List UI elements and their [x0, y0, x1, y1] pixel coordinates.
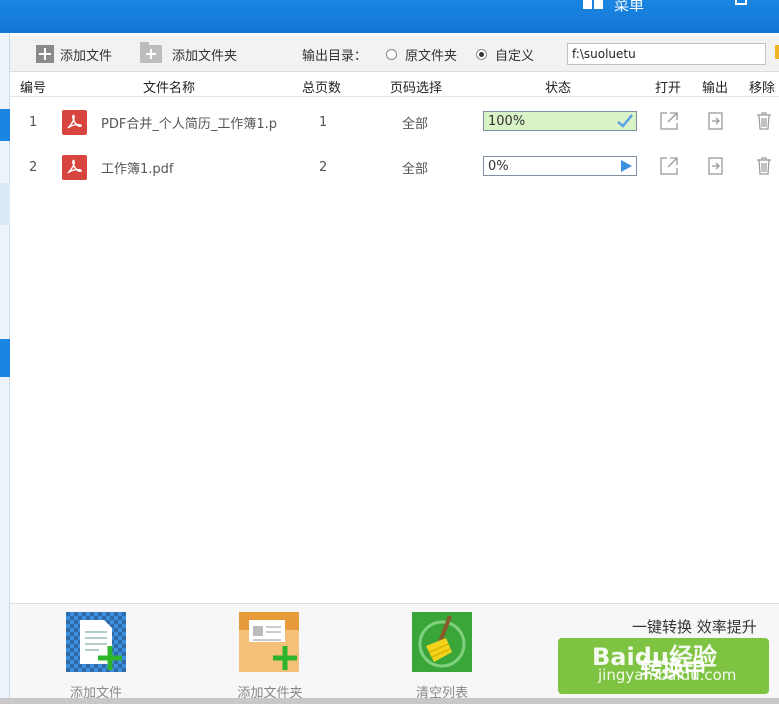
add-file-big-icon — [66, 612, 126, 672]
output-path-input[interactable] — [567, 43, 766, 65]
header-open: 打开 — [655, 81, 682, 96]
open-file-icon[interactable] — [659, 111, 679, 131]
radio-original-label: 原文件夹 — [405, 48, 458, 64]
add-folder-button[interactable]: 添加文件夹 — [140, 36, 237, 72]
header-index: 编号 — [20, 81, 47, 96]
row-pages: 1 — [319, 114, 328, 130]
table-row[interactable]: 1 PDF合并_个人简历_工作簿1.p 1 全部 100% — [10, 99, 779, 145]
open-file-icon[interactable] — [659, 156, 679, 176]
trash-icon[interactable] — [754, 156, 774, 176]
header-export: 输出 — [702, 81, 729, 96]
row-page-select[interactable]: 全部 — [402, 99, 428, 145]
menu-icon[interactable] — [583, 0, 605, 12]
row-filename: PDF合并_个人简历_工作簿1.p — [101, 116, 277, 132]
status-progress: 100% — [483, 111, 637, 131]
row-pages: 2 — [319, 159, 328, 175]
header-remove: 移除 — [749, 81, 776, 96]
add-file-label: 添加文件 — [60, 48, 113, 64]
status-text: 100% — [488, 114, 526, 129]
pdf-file-icon — [62, 144, 87, 190]
clear-list-button[interactable] — [412, 612, 472, 672]
big-add-file-button[interactable] — [66, 612, 126, 672]
sidebar-tab[interactable] — [0, 339, 10, 377]
play-icon[interactable] — [619, 159, 633, 177]
add-folder-icon — [140, 42, 162, 63]
trash-icon[interactable] — [754, 111, 774, 131]
output-dir-label: 输出目录： — [302, 36, 367, 72]
browse-folder-icon[interactable] — [775, 45, 779, 59]
minimize-icon[interactable] — [735, 0, 747, 5]
radio-custom-label: 自定义 — [495, 48, 535, 64]
sidebar-tab[interactable] — [0, 183, 10, 225]
title-bar: 菜单 — [0, 0, 779, 33]
output-dir-text: 输出目录： — [302, 48, 368, 64]
add-file-button[interactable]: 添加文件 — [36, 36, 112, 72]
row-filename: 工作簿1.pdf — [101, 161, 174, 177]
radio-custom-icon[interactable] — [476, 48, 487, 60]
header-status: 状态 — [545, 81, 572, 96]
row-index: 2 — [29, 159, 38, 175]
check-icon — [617, 114, 633, 132]
broom-icon — [412, 612, 472, 672]
status-text: 0% — [488, 159, 509, 174]
radio-custom-folder[interactable]: 自定义 — [476, 36, 534, 72]
table-row[interactable]: 2 工作簿1.pdf 2 全部 0% — [10, 144, 779, 190]
export-icon[interactable] — [706, 156, 726, 176]
sidebar-tab-active[interactable] — [0, 109, 10, 141]
watermark-url: jingyan.baidu.com — [598, 666, 737, 684]
header-filename: 文件名称 — [143, 81, 196, 96]
status-progress: 0% — [483, 156, 637, 176]
toolbar: 添加文件 添加文件夹 输出目录： 原文件夹 自定义 — [10, 36, 779, 72]
radio-original-folder[interactable]: 原文件夹 — [386, 36, 457, 72]
export-icon[interactable] — [706, 111, 726, 131]
add-file-icon — [36, 45, 54, 63]
header-page-select: 页码选择 — [390, 81, 443, 96]
menu-button[interactable]: 菜单 — [614, 0, 644, 15]
pdf-file-icon — [62, 99, 87, 145]
add-folder-label: 添加文件夹 — [172, 48, 238, 64]
left-sidebar-strip — [0, 33, 10, 704]
add-folder-big-icon — [239, 612, 299, 672]
slogan-text: 一键转换 效率提升 — [632, 618, 757, 636]
table-header: 编号 文件名称 总页数 页码选择 状态 打开 输出 移除 — [10, 73, 779, 97]
radio-original-icon[interactable] — [386, 48, 397, 60]
row-page-select[interactable]: 全部 — [402, 144, 428, 190]
row-index: 1 — [29, 114, 38, 130]
taskbar-strip — [0, 698, 779, 704]
big-add-folder-button[interactable] — [239, 612, 299, 672]
header-pages: 总页数 — [302, 81, 342, 96]
